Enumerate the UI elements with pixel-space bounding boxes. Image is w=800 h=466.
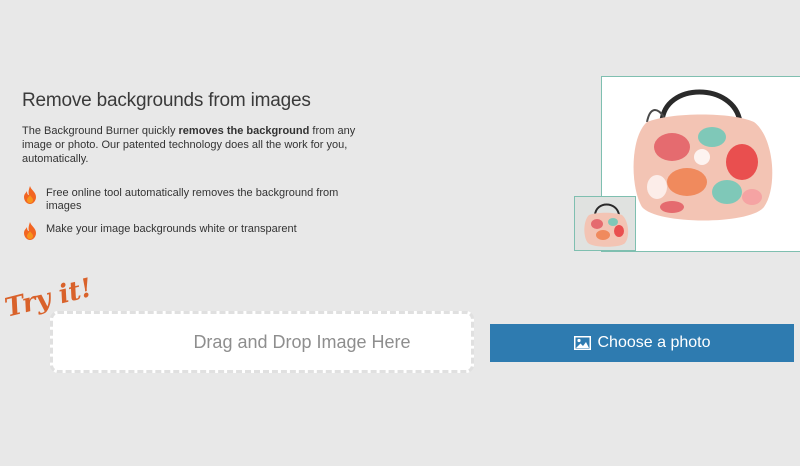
intro-text: The Background Burner quickly removes th… bbox=[22, 124, 367, 166]
preview-before-image bbox=[574, 196, 636, 251]
drop-zone-label: Drag and Drop Image Here bbox=[193, 331, 411, 352]
feature-item: Free online tool automatically removes t… bbox=[22, 186, 362, 213]
feature-text: Make your image backgrounds white or tra… bbox=[46, 223, 297, 235]
image-icon bbox=[573, 336, 591, 350]
flame-icon bbox=[24, 222, 36, 240]
drop-zone[interactable]: Drag and Drop Image Here bbox=[50, 311, 474, 373]
feature-item: Make your image backgrounds white or tra… bbox=[22, 222, 362, 240]
choose-photo-label: Choose a photo bbox=[597, 334, 711, 351]
intro-text-part1: The Background Burner quickly bbox=[22, 125, 179, 137]
handbag-thumbnail bbox=[584, 203, 629, 247]
feature-list: Free online tool automatically removes t… bbox=[22, 186, 362, 246]
flame-icon bbox=[24, 186, 36, 204]
intro-text-bold: removes the background bbox=[178, 125, 310, 137]
feature-text: Free online tool automatically removes t… bbox=[46, 187, 339, 212]
page-title: Remove backgrounds from images bbox=[22, 90, 311, 111]
choose-photo-button[interactable]: Choose a photo bbox=[490, 324, 794, 362]
